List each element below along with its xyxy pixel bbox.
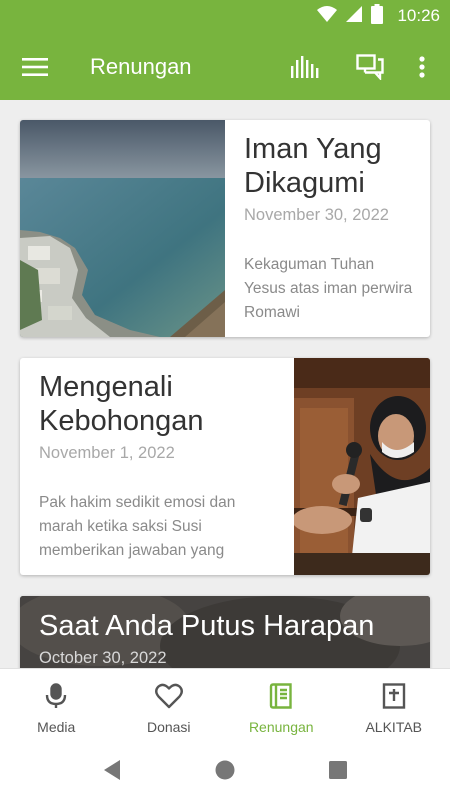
nav-label: Renungan (248, 719, 314, 735)
card-text: Mengenali Kebohongan November 1, 2022 Pa… (39, 370, 279, 563)
nav-label: Media (37, 719, 76, 735)
recents-icon[interactable] (326, 758, 350, 782)
nav-donasi[interactable]: Donasi (113, 669, 226, 740)
bible-icon (382, 683, 406, 714)
battery-icon (371, 3, 384, 29)
wifi-icon (317, 5, 338, 28)
card-date: November 30, 2022 (244, 206, 389, 224)
devotional-card[interactable]: Iman Yang Dikagumi O... November 30, 202… (20, 120, 430, 337)
card-text: Iman Yang Dikagumi O... November 30, 202… (244, 132, 414, 325)
stats-icon[interactable] (288, 50, 322, 84)
more-vert-icon[interactable] (405, 50, 439, 84)
nav-renungan[interactable]: Renungan (225, 669, 338, 740)
bottom-navigation: Media Donasi Renungan ALKITAB (0, 668, 450, 740)
nav-alkitab[interactable]: ALKITAB (338, 669, 450, 740)
chat-icon[interactable] (353, 50, 387, 84)
signal-icon (345, 5, 363, 28)
app-title: Renungan (90, 54, 192, 79)
card-date: October 30, 2022 (39, 649, 167, 667)
nav-label: ALKITAB (365, 719, 423, 735)
card-excerpt: Pak hakim sedikit emosi dan marah ketika… (39, 494, 236, 559)
system-navigation-bar (0, 740, 450, 800)
book-icon (269, 683, 293, 714)
status-time: 10:26 (397, 6, 440, 25)
back-icon[interactable] (100, 758, 124, 782)
card-text: Saat Anda Putus Harapan October 30, 2022 (39, 609, 419, 668)
home-icon[interactable] (213, 758, 237, 782)
card-title: Iman Yang Dikagumi O... (244, 133, 382, 199)
devotional-list: Iman Yang Dikagumi O... November 30, 202… (0, 100, 450, 668)
card-title: Saat Anda Putus Harapan (39, 610, 375, 642)
devotional-card[interactable]: Saat Anda Putus Harapan October 30, 2022 (20, 596, 430, 668)
nav-media[interactable]: Media (0, 669, 113, 740)
mic-icon (44, 683, 68, 714)
devotional-card[interactable]: Mengenali Kebohongan November 1, 2022 Pa… (20, 358, 430, 575)
card-title: Mengenali Kebohongan (39, 371, 204, 437)
card-date: November 1, 2022 (39, 444, 175, 462)
card-excerpt: Kekaguman Tuhan Yesus atas iman perwira … (244, 256, 413, 321)
coastal-town-sea-photo (20, 120, 225, 337)
app-bar: Renungan (0, 32, 450, 100)
status-bar: 10:26 (0, 0, 450, 32)
menu-icon[interactable] (20, 52, 50, 82)
heart-icon (154, 683, 183, 714)
woman-in-hijab-speaking-at-microphone-photo (292, 358, 430, 575)
status-icons: 10:26 (317, 3, 440, 29)
nav-label: Donasi (146, 719, 191, 735)
